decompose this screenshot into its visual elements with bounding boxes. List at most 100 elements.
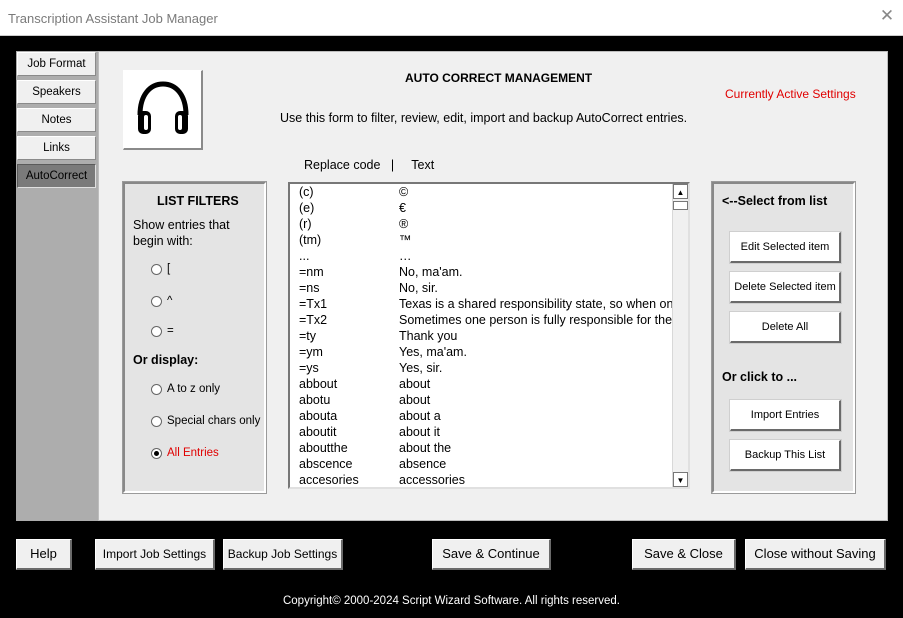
save-continue-button[interactable]: Save & Continue	[432, 539, 551, 570]
replace-code: =Tx2	[299, 313, 328, 327]
help-button[interactable]: Help	[16, 539, 72, 570]
import-entries-button[interactable]: Import Entries	[729, 399, 842, 432]
window-title: Transcription Assistant Job Manager	[8, 11, 218, 26]
replace-code: =ty	[299, 329, 317, 343]
radio-button[interactable]	[151, 447, 162, 459]
replace-code: abscence	[299, 457, 353, 471]
replace-code: ...	[299, 249, 310, 263]
list-item[interactable]: ...…	[290, 248, 674, 264]
title-bar: Transcription Assistant Job Manager ✕	[0, 0, 903, 36]
display-radio-special-chars[interactable]: Special chars only	[151, 415, 260, 427]
list-item[interactable]: abotu about	[290, 392, 674, 408]
scroll-down-arrow-icon[interactable]: ▼	[673, 472, 688, 487]
list-item[interactable]: aboutthe about the	[290, 440, 674, 456]
import-job-settings-button[interactable]: Import Job Settings	[95, 539, 215, 570]
autocorrect-list[interactable]: (c) © (e) € (r) ® (tm) ™... … =nm No, ma'am. =ns No,…	[288, 182, 690, 489]
radio-button[interactable]	[151, 415, 162, 427]
list-item[interactable]: =ym Yes, ma'am.	[290, 344, 674, 360]
filter-radio-equals[interactable]: =	[151, 325, 174, 337]
list-item[interactable]: aboutit about it	[290, 424, 674, 440]
list-item[interactable]: abscence absence	[290, 456, 674, 472]
copyright-text: Copyright© 2000-2024 Script Wizard Softw…	[282, 595, 620, 607]
replacement-text: Sometimes one person is fully responsibl…	[399, 313, 673, 327]
replacement-text: €	[399, 201, 406, 215]
list-item[interactable]: accesories accessories	[290, 472, 674, 487]
filter-radio-bracket[interactable]: [	[151, 263, 170, 275]
replacement-text: No, ma'am.	[399, 265, 463, 279]
replacement-text: Thank you	[399, 329, 458, 343]
replace-code: =ym	[299, 345, 323, 359]
radio-label: ^	[167, 295, 173, 307]
filters-description: Show entries that begin with:	[133, 218, 230, 248]
page-title: AUTO CORRECT MANAGEMENT	[405, 71, 593, 85]
radio-button[interactable]	[151, 263, 162, 275]
tab-job-format[interactable]: Job Format	[17, 52, 96, 76]
save-close-button[interactable]: Save & Close	[632, 539, 736, 570]
close-icon[interactable]: ✕	[879, 7, 895, 24]
scroll-up-arrow-icon[interactable]: ▲	[673, 184, 688, 199]
active-settings-label: Currently Active Settings	[725, 87, 856, 101]
replace-code: accesories	[299, 473, 359, 487]
list-item[interactable]: =nm No, ma'am.	[290, 264, 674, 280]
list-rows: (c) © (e) € (r) ® (tm) ™... … =nm No, ma'am. =ns No,…	[290, 184, 674, 487]
close-without-saving-button[interactable]: Close without Saving	[745, 539, 886, 570]
replacement-text: ®	[399, 217, 409, 231]
replacement-text: about	[399, 377, 431, 391]
or-click-label: Or click to ...	[722, 370, 798, 384]
list-item[interactable]: =Tx1 Texas is a shared responsibility sta…	[290, 296, 674, 312]
instructions-text: Use this form to filter, review, edit, i…	[280, 111, 688, 125]
tab-links[interactable]: Links	[17, 136, 96, 160]
replace-code: abotu	[299, 393, 331, 407]
backup-list-button[interactable]: Backup This List	[729, 439, 842, 472]
radio-label: =	[167, 325, 174, 337]
delete-selected-button[interactable]: Delete Selected item	[729, 271, 842, 304]
replace-code: (e)	[299, 201, 315, 215]
list-scrollbar[interactable]: ▲ ▼	[672, 184, 688, 487]
scroll-thumb[interactable]	[673, 201, 688, 210]
radio-button[interactable]	[151, 325, 162, 337]
replacement-text: about	[399, 393, 431, 407]
replacement-text: ©	[399, 185, 409, 199]
replacement-text: accessories	[399, 473, 465, 487]
list-item[interactable]: abbout about	[290, 376, 674, 392]
tab-autocorrect[interactable]: AutoCorrect	[17, 164, 96, 188]
replacement-text: Yes, sir.	[399, 361, 443, 375]
replacement-text: Texas is a shared responsibility state, …	[399, 297, 673, 311]
delete-all-button[interactable]: Delete All	[729, 311, 842, 344]
replace-code: =Tx1	[299, 297, 328, 311]
replace-code: =ys	[299, 361, 319, 375]
select-from-list-label: <--Select from list	[722, 194, 828, 208]
list-item[interactable]: =ys Yes, sir.	[290, 360, 674, 376]
replacement-text: Yes, ma'am.	[399, 345, 467, 359]
radio-label: All Entries	[167, 447, 219, 459]
or-display-label: Or display:	[133, 353, 199, 367]
list-item[interactable]: (r) ®	[290, 216, 674, 232]
tab-speakers[interactable]: Speakers	[17, 80, 96, 104]
radio-label: [	[167, 263, 171, 275]
list-item[interactable]: (c) ©	[290, 184, 674, 200]
tab-strip: Job Format Speakers Notes Links AutoCorr…	[16, 51, 98, 521]
headphones-icon	[123, 70, 203, 150]
list-item[interactable]: =ty Thank you	[290, 328, 674, 344]
filter-radio-caret[interactable]: ^	[151, 295, 172, 307]
radio-button[interactable]	[151, 295, 162, 307]
tab-notes[interactable]: Notes	[17, 108, 96, 132]
list-item[interactable]: abouta about a	[290, 408, 674, 424]
replace-code: aboutit	[299, 425, 337, 439]
filters-title: LIST FILTERS	[157, 194, 239, 208]
backup-job-settings-button[interactable]: Backup Job Settings	[223, 539, 343, 570]
list-item[interactable]: =Tx2 Sometimes one person is fully respon…	[290, 312, 674, 328]
replace-code: (r)	[299, 217, 312, 231]
list-item[interactable]: (tm) ™	[290, 232, 674, 248]
list-item[interactable]: =ns No, sir.	[290, 280, 674, 296]
replacement-text: No, sir.	[399, 281, 438, 295]
edit-selected-button[interactable]: Edit Selected item	[729, 231, 842, 264]
autocorrect-panel: AUTO CORRECT MANAGEMENT Currently Active…	[98, 51, 888, 521]
display-radio-all-entries[interactable]: All Entries	[151, 447, 219, 459]
replacement-text: about a	[399, 409, 441, 423]
list-item[interactable]: (e) €	[290, 200, 674, 216]
radio-label: A to z only	[167, 383, 221, 395]
display-radio-a-to-z[interactable]: A to z only	[151, 383, 220, 395]
radio-button[interactable]	[151, 383, 162, 395]
radio-label: Special chars only	[167, 415, 261, 427]
